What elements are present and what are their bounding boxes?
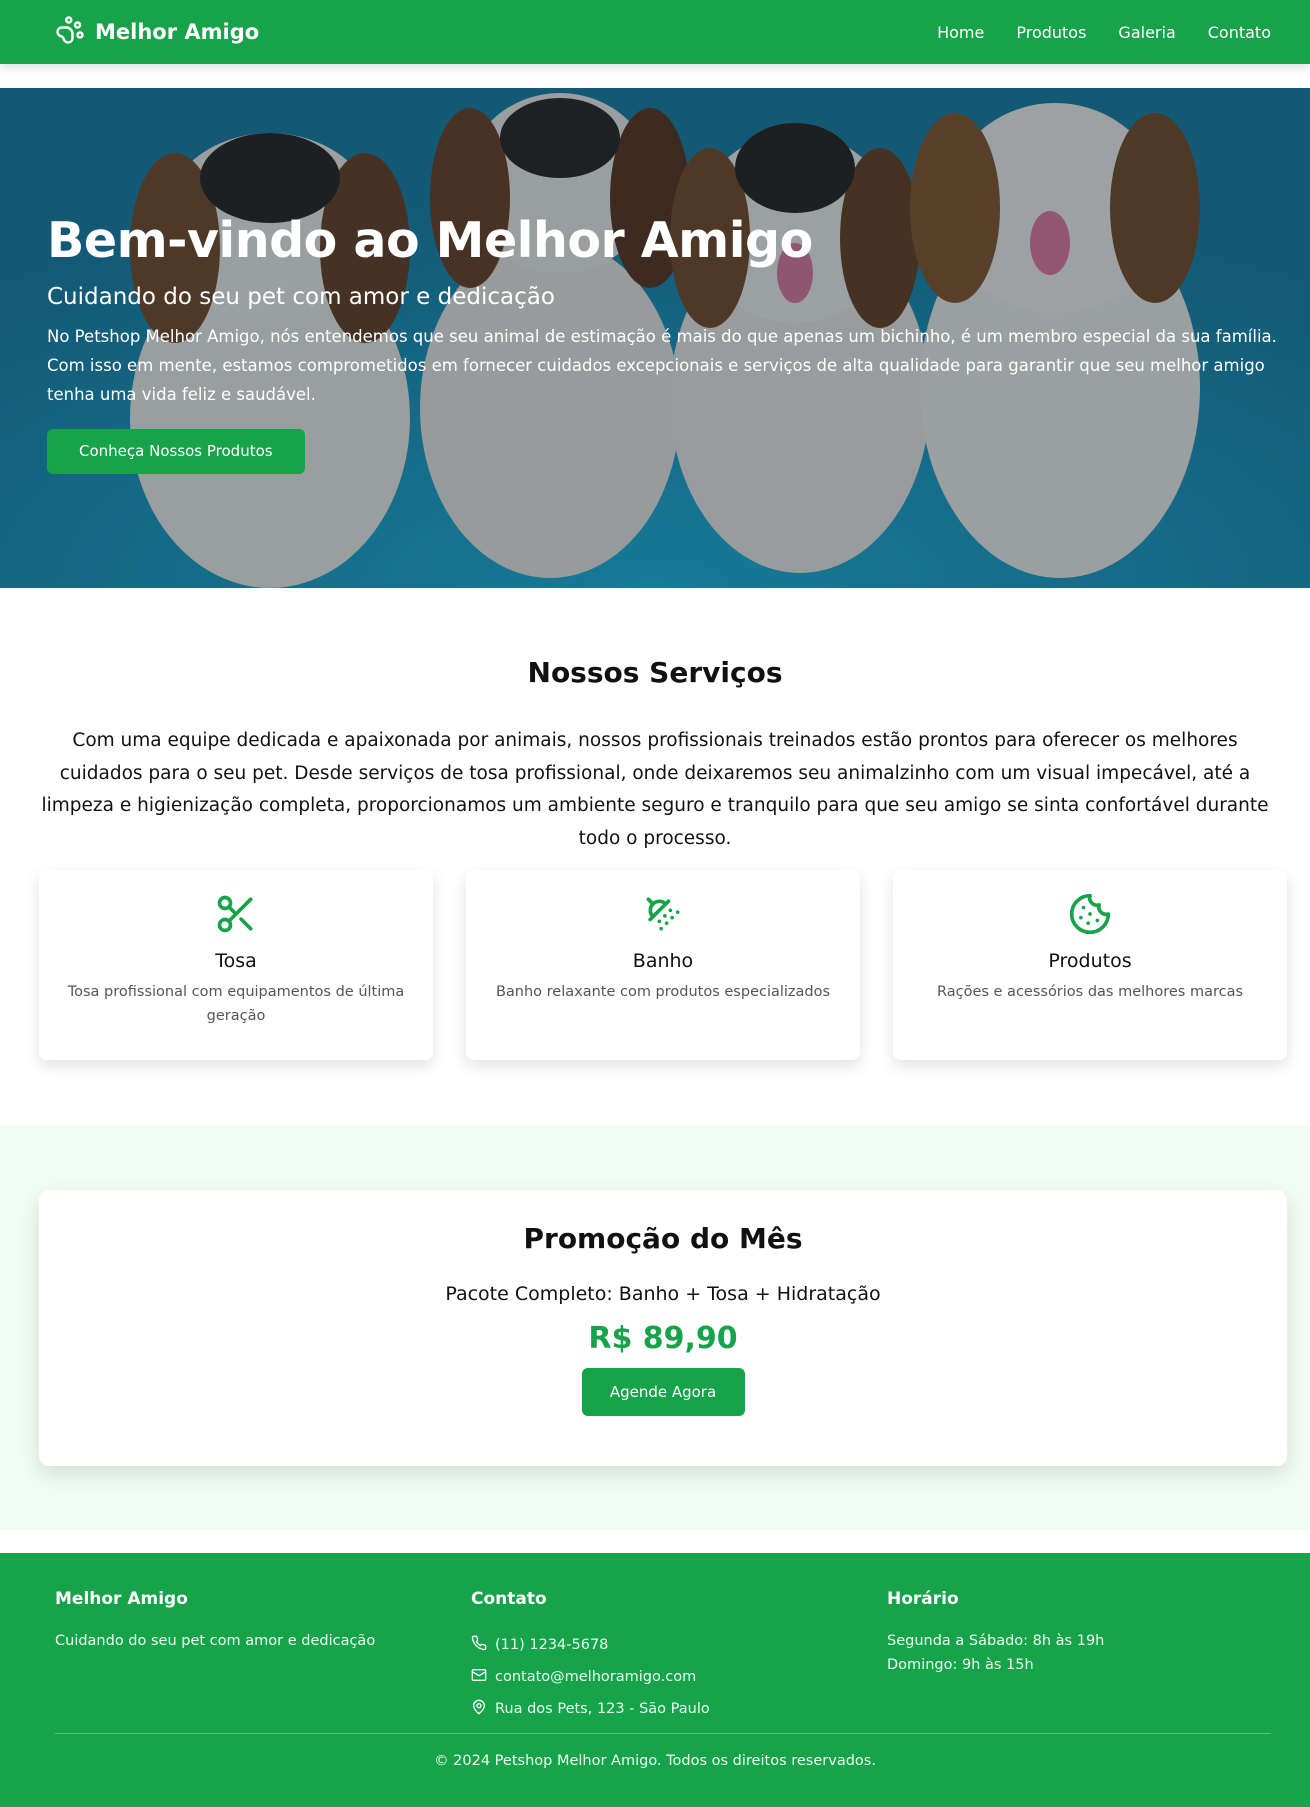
- paw-icon: [55, 15, 85, 50]
- footer-contact: Contato (11) 1234-5678 contato@melhorami…: [471, 1589, 887, 1725]
- card-desc: Banho relaxante com produtos especializa…: [495, 984, 831, 1000]
- footer-divider: [55, 1733, 1271, 1734]
- services-title: Nossos Serviços: [527, 656, 783, 689]
- footer-about: Melhor Amigo Cuidando do seu pet com amo…: [55, 1589, 471, 1725]
- services-section: Nossos Serviços Com uma equipe dedicada …: [0, 588, 1310, 1125]
- promo-section: Promoção do Mês Pacote Completo: Banho +…: [0, 1125, 1310, 1530]
- hours-weekdays: Segunda a Sábado: 8h às 19h: [887, 1633, 1105, 1649]
- service-cards: Tosa Tosa profissional com equipamentos …: [39, 870, 1287, 1060]
- schedule-button[interactable]: Agende Agora: [581, 1368, 745, 1416]
- mail-icon: [471, 1667, 487, 1687]
- footer-about-title: Melhor Amigo: [55, 1589, 188, 1609]
- copyright: © 2024 Petshop Melhor Amigo. Todos os di…: [434, 1753, 876, 1769]
- nav-link-galeria[interactable]: Galeria: [1118, 23, 1175, 42]
- card-title: Tosa: [215, 950, 257, 972]
- hero-content: Bem-vindo ao Melhor Amigo Cuidando do se…: [47, 214, 1277, 474]
- promo-package: Pacote Completo: Banho + Tosa + Hidrataç…: [445, 1283, 881, 1305]
- service-card-banho: Banho Banho relaxante com produtos espec…: [466, 870, 860, 1060]
- brand-name: Melhor Amigo: [95, 20, 260, 44]
- shower-icon: [641, 897, 685, 940]
- email-text: contato@melhoramigo.com: [495, 1669, 697, 1685]
- service-card-tosa: Tosa Tosa profissional com equipamentos …: [39, 870, 433, 1060]
- promo-title: Promoção do Mês: [523, 1222, 803, 1255]
- nav-links: Home Produtos Galeria Contato: [937, 23, 1271, 42]
- brand[interactable]: Melhor Amigo: [55, 15, 259, 50]
- scissors-icon: [214, 895, 258, 940]
- hours-sunday: Domingo: 9h às 15h: [887, 1657, 1034, 1673]
- footer-hours-title: Horário: [887, 1589, 959, 1609]
- service-card-produtos: Produtos Rações e acessórios das melhore…: [893, 870, 1287, 1060]
- hero-section: Bem-vindo ao Melhor Amigo Cuidando do se…: [0, 88, 1310, 588]
- promo-card: Promoção do Mês Pacote Completo: Banho +…: [39, 1190, 1287, 1466]
- contact-address: Rua dos Pets, 123 - São Paulo: [471, 1693, 887, 1725]
- card-desc: Rações e acessórios das melhores marcas: [936, 984, 1244, 1000]
- contact-phone[interactable]: (11) 1234-5678: [471, 1629, 887, 1661]
- footer: Melhor Amigo Cuidando do seu pet com amo…: [0, 1553, 1310, 1807]
- address-text: Rua dos Pets, 123 - São Paulo: [495, 1701, 710, 1717]
- contact-email[interactable]: contato@melhoramigo.com: [471, 1661, 887, 1693]
- promo-price: R$ 89,90: [588, 1321, 738, 1356]
- nav-link-contato[interactable]: Contato: [1208, 23, 1271, 42]
- footer-hours: Horário Segunda a Sábado: 8h às 19h Domi…: [887, 1589, 1303, 1725]
- card-title: Banho: [632, 950, 694, 972]
- hero-title: Bem-vindo ao Melhor Amigo: [47, 212, 813, 269]
- services-text: Com uma equipe dedicada e apaixonada por…: [41, 730, 1269, 849]
- hero-text: No Petshop Melhor Amigo, nós entendemos …: [47, 326, 1277, 404]
- card-desc: Tosa profissional com equipamentos de úl…: [67, 984, 405, 1024]
- footer-columns: Melhor Amigo Cuidando do seu pet com amo…: [55, 1589, 1303, 1725]
- map-pin-icon: [471, 1699, 487, 1719]
- nav-link-home[interactable]: Home: [937, 23, 984, 42]
- cookie-icon: [1068, 893, 1112, 940]
- phone-text: (11) 1234-5678: [495, 1637, 609, 1653]
- nav-link-produtos[interactable]: Produtos: [1016, 23, 1086, 42]
- footer-about-text: Cuidando do seu pet com amor e dedicação: [55, 1633, 376, 1649]
- hero-subtitle: Cuidando do seu pet com amor e dedicação: [47, 283, 555, 310]
- navbar: Melhor Amigo Home Produtos Galeria Conta…: [0, 0, 1310, 64]
- card-title: Produtos: [1048, 950, 1132, 972]
- phone-icon: [471, 1635, 487, 1655]
- footer-contact-title: Contato: [471, 1589, 547, 1609]
- products-button[interactable]: Conheça Nossos Produtos: [47, 428, 305, 474]
